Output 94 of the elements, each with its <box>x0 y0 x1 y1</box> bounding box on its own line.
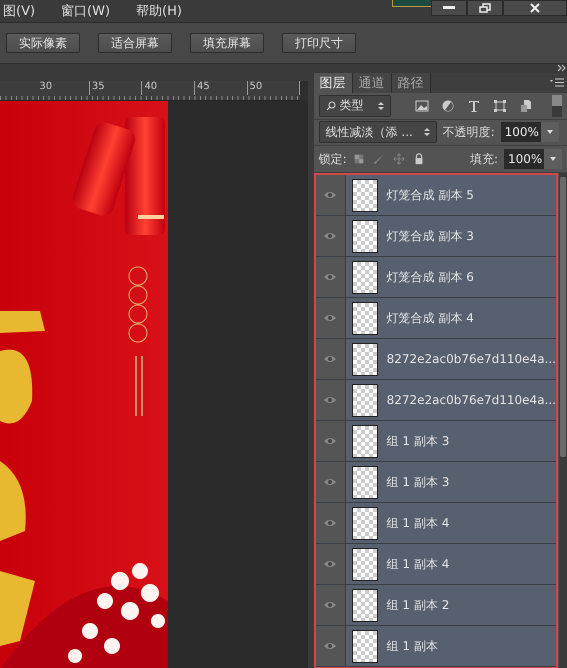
eye-icon[interactable] <box>323 396 338 404</box>
eye-icon[interactable] <box>323 437 338 446</box>
layer-thumbnail <box>352 179 378 212</box>
layer-thumbnail <box>352 548 378 582</box>
layer-row[interactable]: 组 1 副本 3 <box>316 462 556 504</box>
type-icon[interactable] <box>466 98 481 113</box>
layer-name: 组 1 副本 4 <box>386 556 450 573</box>
layer-row[interactable]: 灯笼合成 副本 3 <box>316 216 556 258</box>
ruler-label: 35 <box>92 80 105 92</box>
layer-row[interactable]: 灯笼合成 副本 4 <box>316 298 556 340</box>
updown-arrows-icon <box>424 127 430 138</box>
layer-thumbnail <box>352 220 378 254</box>
toolbar-button[interactable]: 实际像素 <box>6 33 80 53</box>
brush-icon[interactable] <box>372 153 385 166</box>
restore-button[interactable] <box>467 0 503 16</box>
layer-thumbnail <box>352 630 378 664</box>
layer-row[interactable]: 8272e2ac0b76e7d110e4a... <box>316 380 556 422</box>
layer-name: 组 1 副本 2 <box>386 596 450 614</box>
menu-icon[interactable] <box>550 78 564 87</box>
filter-toggle-icon[interactable] <box>552 94 562 117</box>
layer-row[interactable]: 组 1 副本 2 <box>316 585 556 626</box>
lock-icon[interactable] <box>412 153 425 166</box>
layer-row[interactable]: 灯笼合成 副本 5 <box>316 175 556 216</box>
eye-icon[interactable] <box>323 314 338 322</box>
caret-icon <box>550 157 556 162</box>
close-button[interactable] <box>503 0 567 16</box>
ruler-label: 30 <box>39 80 52 92</box>
layer-thumbnail <box>352 425 378 458</box>
document-icon[interactable] <box>518 98 533 113</box>
eye-icon[interactable] <box>323 273 338 282</box>
layer-thumbnail <box>352 261 378 294</box>
layer-thumbnail <box>352 589 378 622</box>
layer-row[interactable]: 灯笼合成 副本 6 <box>316 257 556 298</box>
scrollbar[interactable] <box>559 173 567 668</box>
eye-icon[interactable] <box>323 560 338 568</box>
layer-thumbnail <box>352 302 378 336</box>
opacity-label: 不透明度: <box>442 124 495 141</box>
layer-row[interactable]: 组 1 副本 4 <box>316 503 556 544</box>
ruler-label: 45 <box>196 80 210 92</box>
layer-thumbnail <box>352 343 378 376</box>
layer-thumbnail <box>352 507 378 540</box>
close-icon <box>530 3 540 13</box>
panel-tab[interactable]: 图层 <box>314 72 353 93</box>
eye-icon[interactable] <box>323 519 338 528</box>
lock-label: 锁定: <box>318 150 347 168</box>
layer-name: 灯笼合成 副本 4 <box>386 310 474 327</box>
layer-name: 灯笼合成 副本 3 <box>386 228 474 245</box>
layer-name: 组 1 副本 3 <box>386 474 450 491</box>
toolbar-button[interactable]: 填充屏幕 <box>190 33 264 53</box>
layer-name: 8272e2ac0b76e7d110e4a... <box>386 393 556 408</box>
panel-tab[interactable]: 路径 <box>392 72 431 93</box>
checker-icon[interactable] <box>352 153 365 166</box>
caret-icon <box>546 130 553 134</box>
layer-name: 8272e2ac0b76e7d110e4a... <box>386 352 556 366</box>
layer-thumbnail <box>352 466 378 500</box>
layer-name: 组 1 副本 <box>386 638 438 655</box>
dropdown-button[interactable] <box>544 149 562 170</box>
panel-tab[interactable]: 通道 <box>352 72 392 93</box>
ruler-label: 40 <box>144 80 158 92</box>
toolbar-button[interactable]: 适合屏幕 <box>98 33 172 53</box>
eye-icon[interactable] <box>323 191 338 200</box>
menu-item[interactable]: 图(V) <box>1 2 38 20</box>
filter-dropdown[interactable]: 类型 <box>318 94 391 117</box>
layer-row[interactable]: 组 1 副本 3 <box>316 421 556 462</box>
move-icon[interactable] <box>392 153 405 166</box>
restore-icon <box>479 3 491 13</box>
blend-mode-dropdown[interactable]: 线性减淡（添 ... <box>318 121 437 144</box>
ruler-label: 50 <box>250 80 262 92</box>
updown-arrows-icon <box>378 100 384 111</box>
layer-name: 组 1 副本 4 <box>386 514 450 532</box>
dropdown-button[interactable] <box>540 122 559 142</box>
minimize-button[interactable] <box>431 0 467 16</box>
layer-name: 组 1 副本 3 <box>386 432 450 450</box>
minimize-icon <box>443 6 455 10</box>
layer-name: 灯笼合成 副本 5 <box>386 186 474 204</box>
eye-icon[interactable] <box>323 232 338 240</box>
eye-icon[interactable] <box>323 601 338 610</box>
layer-row[interactable]: 组 1 副本 4 <box>316 544 556 586</box>
search-icon <box>326 100 336 111</box>
layer-row[interactable]: 组 1 副本 <box>316 626 556 668</box>
eye-icon[interactable] <box>323 355 338 364</box>
image-icon[interactable] <box>414 98 429 113</box>
menu-item[interactable]: 帮助(H) <box>134 2 184 20</box>
eye-icon[interactable] <box>323 642 338 650</box>
layer-row[interactable]: 8272e2ac0b76e7d110e4a... <box>316 339 556 380</box>
half-circle-icon[interactable] <box>440 98 455 113</box>
collapse-icon[interactable] <box>557 64 567 72</box>
layer-name: 灯笼合成 副本 6 <box>386 268 474 286</box>
fill-label: 填充: <box>470 150 498 168</box>
menu-item[interactable]: 窗口(W) <box>59 2 112 20</box>
eye-icon[interactable] <box>323 478 338 486</box>
transform-icon[interactable] <box>492 98 507 113</box>
layer-thumbnail <box>352 384 378 418</box>
toolbar-button[interactable]: 打印尺寸 <box>282 33 356 53</box>
